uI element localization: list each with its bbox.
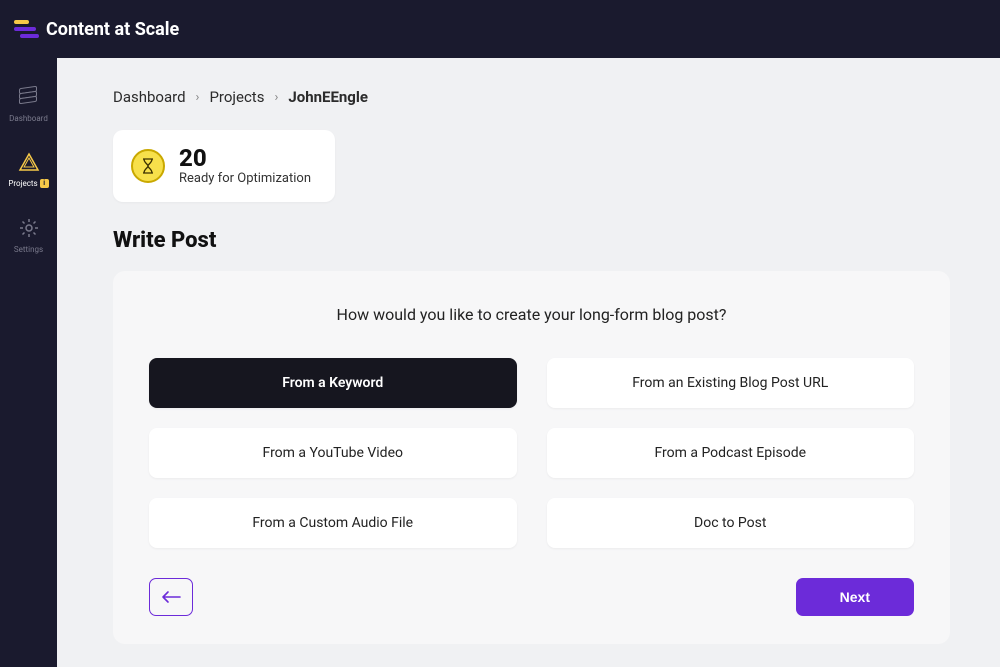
- breadcrumb-dashboard[interactable]: Dashboard: [113, 88, 186, 106]
- section-title: Write Post: [113, 228, 950, 253]
- sidebar-item-label: Projectsi: [8, 179, 48, 189]
- brand-name: Content at Scale: [46, 19, 179, 40]
- gear-icon: [18, 217, 40, 239]
- topbar: Content at Scale: [0, 0, 1000, 58]
- chevron-right-icon: ›: [274, 90, 278, 105]
- next-button[interactable]: Next: [796, 578, 914, 616]
- arrow-left-icon: [161, 590, 181, 604]
- card-footer: Next: [149, 578, 914, 616]
- sidebar-item-projects[interactable]: Projectsi: [0, 151, 57, 189]
- breadcrumb: Dashboard › Projects › JohnEEngle: [113, 88, 950, 106]
- sidebar: Dashboard Projectsi Settings: [0, 58, 57, 667]
- status-count: 20: [179, 146, 311, 171]
- status-label: Ready for Optimization: [179, 171, 311, 186]
- option-grid: From a Keyword From an Existing Blog Pos…: [149, 358, 914, 548]
- sidebar-item-dashboard[interactable]: Dashboard: [0, 86, 57, 123]
- breadcrumb-current: JohnEEngle: [288, 88, 368, 106]
- breadcrumb-projects[interactable]: Projects: [209, 88, 264, 106]
- option-from-youtube[interactable]: From a YouTube Video: [149, 428, 517, 478]
- option-from-existing-url[interactable]: From an Existing Blog Post URL: [547, 358, 915, 408]
- main-content: Dashboard › Projects › JohnEEngle 20 Rea…: [57, 58, 1000, 667]
- sidebar-item-label: Dashboard: [9, 114, 48, 123]
- option-doc-to-post[interactable]: Doc to Post: [547, 498, 915, 548]
- stack-icon: [18, 86, 40, 108]
- option-from-podcast[interactable]: From a Podcast Episode: [547, 428, 915, 478]
- logo-icon: [14, 20, 36, 38]
- info-badge-icon: i: [40, 179, 49, 188]
- write-post-card: How would you like to create your long-f…: [113, 271, 950, 644]
- warning-triangle-icon: [18, 151, 40, 173]
- card-prompt: How would you like to create your long-f…: [149, 305, 914, 324]
- chevron-right-icon: ›: [196, 90, 200, 105]
- hourglass-badge-icon: [131, 149, 165, 183]
- status-card: 20 Ready for Optimization: [113, 130, 335, 202]
- option-from-keyword[interactable]: From a Keyword: [149, 358, 517, 408]
- sidebar-item-label: Settings: [14, 245, 43, 254]
- back-button[interactable]: [149, 578, 193, 616]
- sidebar-item-settings[interactable]: Settings: [0, 217, 57, 254]
- brand-logo[interactable]: Content at Scale: [14, 19, 179, 40]
- option-from-audio-file[interactable]: From a Custom Audio File: [149, 498, 517, 548]
